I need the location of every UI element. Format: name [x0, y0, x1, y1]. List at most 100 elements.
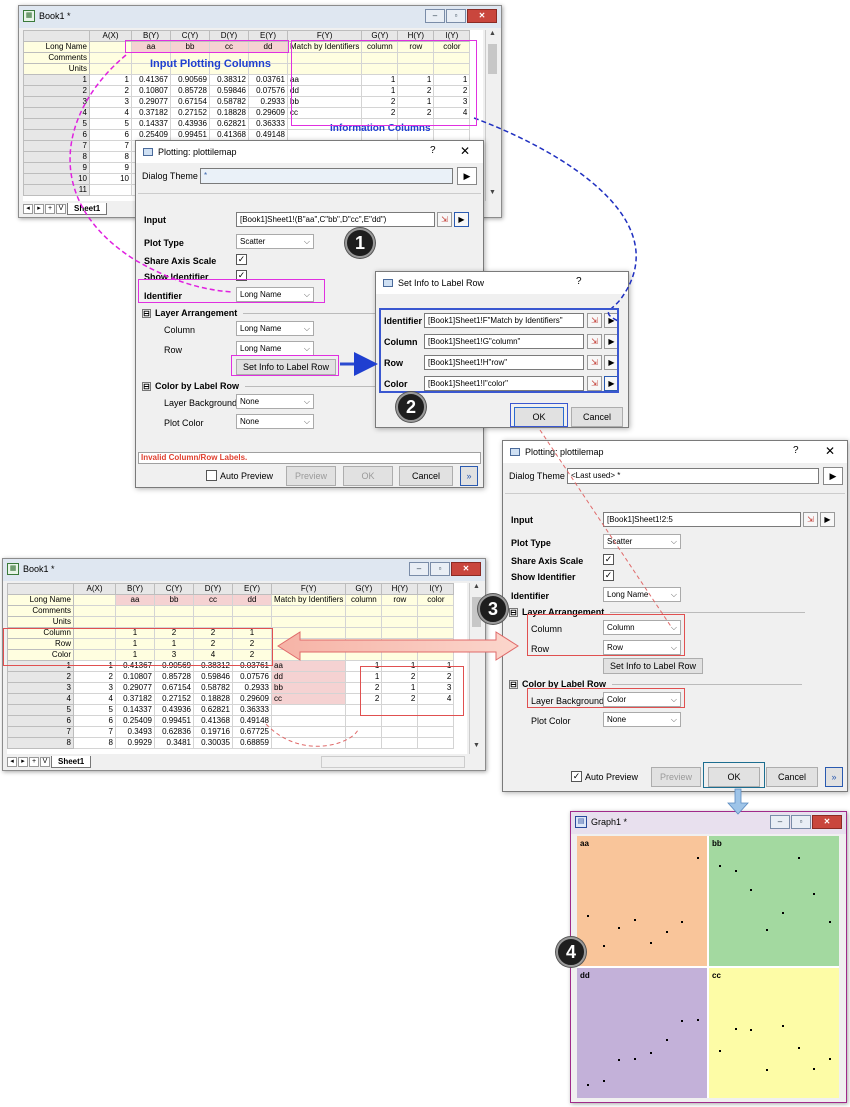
select-range-icon[interactable]: ⇲ — [803, 512, 818, 527]
row-select[interactable]: Long Name ⌵ — [236, 341, 314, 356]
table-cell[interactable]: row — [381, 594, 419, 606]
theme-menu-button[interactable]: ▶ — [823, 467, 843, 485]
table-cell[interactable]: 0.29609 — [232, 693, 272, 705]
table-cell[interactable] — [270, 704, 347, 716]
table-cell[interactable]: 6 — [23, 129, 90, 141]
table-cell[interactable]: I(Y) — [417, 583, 455, 595]
table-cell[interactable]: 0.29609 — [248, 107, 288, 119]
help-icon[interactable]: ? — [430, 145, 436, 156]
table-cell[interactable] — [417, 627, 455, 639]
table-cell[interactable]: 0.49148 — [232, 715, 272, 727]
table-cell[interactable]: 7 — [73, 726, 116, 738]
table-cell[interactable]: 5 — [89, 118, 132, 130]
table-cell[interactable] — [154, 616, 194, 628]
table-cell[interactable]: cc — [193, 594, 233, 606]
table-cell[interactable]: 3 — [7, 682, 74, 694]
table-cell[interactable]: 2 — [23, 85, 90, 97]
table-cell[interactable]: 0.43936 — [170, 118, 210, 130]
table-cell[interactable]: 0.25409 — [131, 129, 171, 141]
table-cell[interactable]: 4 — [7, 693, 74, 705]
table-cell[interactable]: H(Y) — [381, 583, 419, 595]
table-cell[interactable]: 6 — [89, 129, 132, 141]
table-cell[interactable]: 0.29077 — [115, 682, 155, 694]
tile-panel-dd[interactable]: dd — [577, 968, 707, 1098]
table-cell[interactable]: C(Y) — [154, 583, 194, 595]
table-cell[interactable]: bb — [154, 594, 194, 606]
table-cell[interactable]: 0.18828 — [209, 107, 249, 119]
table-cell[interactable]: 5 — [73, 704, 116, 716]
table-cell[interactable]: 11 — [23, 184, 90, 196]
table-cell[interactable]: 0.2933 — [232, 682, 272, 694]
table-cell[interactable]: column — [345, 594, 383, 606]
table-cell[interactable]: 0.25409 — [115, 715, 155, 727]
show-identifier-checkbox[interactable]: ✓ — [603, 570, 614, 581]
table-cell[interactable]: aa — [270, 660, 347, 672]
table-cell[interactable]: 0.41368 — [209, 129, 249, 141]
table-cell[interactable] — [89, 52, 132, 64]
table-cell[interactable] — [89, 184, 132, 196]
table-cell[interactable]: 7 — [23, 140, 90, 152]
table-cell[interactable] — [345, 627, 383, 639]
table-cell[interactable]: Long Name — [7, 594, 74, 606]
sheet-nav-button[interactable]: ▸ — [18, 757, 28, 767]
table-cell[interactable]: 0.58782 — [193, 682, 233, 694]
table-cell[interactable] — [381, 649, 419, 661]
table-cell[interactable] — [345, 715, 383, 727]
table-cell[interactable] — [270, 737, 347, 749]
table-cell[interactable] — [345, 649, 383, 661]
sheet-tab[interactable]: Sheet1 — [51, 756, 92, 768]
table-cell[interactable] — [89, 63, 132, 75]
table-cell[interactable]: Comments — [23, 52, 90, 64]
close-icon[interactable]: ✕ — [825, 444, 835, 458]
table-cell[interactable] — [232, 616, 272, 628]
table-cell[interactable]: 0.59846 — [193, 671, 233, 683]
dialog-theme-input[interactable]: * — [200, 168, 453, 184]
table-cell[interactable] — [381, 616, 419, 628]
table-cell[interactable]: 0.3493 — [115, 726, 155, 738]
table-cell[interactable]: 9 — [23, 162, 90, 174]
table-cell[interactable]: 0.85728 — [154, 671, 194, 683]
si-cancel-button[interactable]: Cancel — [571, 407, 623, 427]
auto-preview-checkbox[interactable]: ✓ — [571, 771, 582, 782]
table-cell[interactable] — [417, 616, 455, 628]
table-cell[interactable]: 2 — [89, 85, 132, 97]
table-cell[interactable]: 3 — [89, 96, 132, 108]
table-cell[interactable]: 10 — [89, 173, 132, 185]
table-cell[interactable] — [417, 726, 455, 738]
ok-button[interactable]: OK — [343, 466, 393, 486]
table-cell[interactable] — [417, 715, 455, 727]
table-cell[interactable] — [73, 594, 116, 606]
table-cell[interactable]: 0.10807 — [131, 85, 171, 97]
table-cell[interactable] — [7, 583, 74, 595]
table-cell[interactable] — [345, 616, 383, 628]
table-cell[interactable]: 0.14337 — [115, 704, 155, 716]
tile-panel-aa[interactable]: aa — [577, 836, 707, 966]
table-cell[interactable]: 0.18828 — [193, 693, 233, 705]
table-cell[interactable]: bb — [270, 682, 347, 694]
table-cell[interactable] — [193, 616, 233, 628]
share-axis-checkbox[interactable]: ✓ — [236, 254, 247, 265]
table-cell[interactable] — [345, 605, 383, 617]
table-cell[interactable]: dd — [270, 671, 347, 683]
table-cell[interactable] — [270, 649, 347, 661]
table-cell[interactable]: F(Y) — [270, 583, 347, 595]
input-range-field[interactable]: [Book1]Sheet1!(B"aa",C"bb",D"cc",E"dd") — [236, 212, 435, 227]
minimize-button[interactable]: – — [409, 562, 429, 576]
table-cell[interactable]: aa — [115, 594, 155, 606]
table-cell[interactable] — [115, 605, 155, 617]
close-button[interactable]: ✕ — [812, 815, 842, 829]
plot-type-select[interactable]: Scatter ⌵ — [236, 234, 314, 249]
sheet-nav-button[interactable]: + — [29, 757, 39, 767]
table-cell[interactable]: 10 — [23, 173, 90, 185]
horizontal-scrollbar[interactable] — [321, 756, 465, 768]
set-info-button[interactable]: Set Info to Label Row — [603, 658, 703, 674]
table-cell[interactable] — [381, 726, 419, 738]
table-cell[interactable] — [73, 616, 116, 628]
table-cell[interactable]: 3 — [23, 96, 90, 108]
sheet-tab[interactable]: Sheet1 — [67, 203, 108, 215]
table-cell[interactable]: 2 — [73, 671, 116, 683]
table-cell[interactable]: 8 — [23, 151, 90, 163]
table-cell[interactable]: 0.3481 — [154, 737, 194, 749]
table-cell[interactable] — [381, 737, 419, 749]
plot-color-select[interactable]: None ⌵ — [603, 712, 681, 727]
